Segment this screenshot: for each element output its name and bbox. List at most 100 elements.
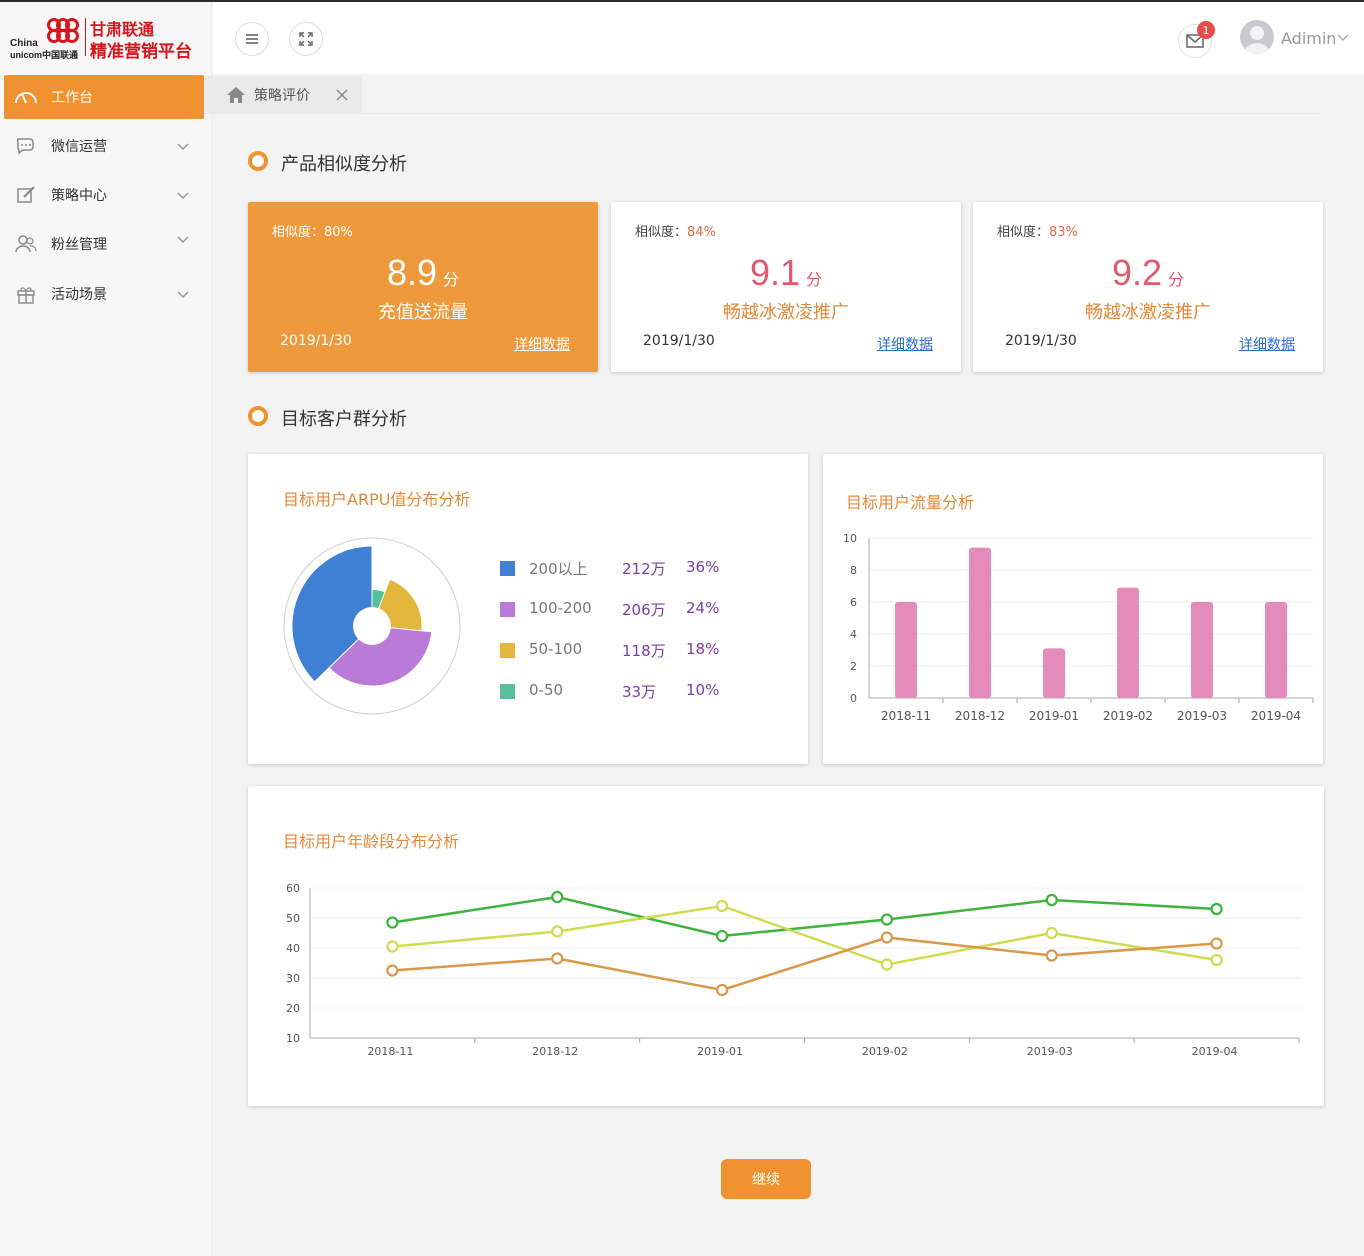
legend-item: 100-200 206万 24% — [500, 599, 740, 619]
y-tick-label: 20 — [286, 1002, 300, 1015]
legend-swatch — [500, 561, 515, 576]
product-name: 充值送流量 — [378, 302, 468, 323]
traffic-panel: 目标用户流量分析 0 2 4 6 8 10 2018-11 2018-12 2019-01 201… — [823, 454, 1323, 764]
legend-percent: 10% — [686, 681, 720, 699]
legend-name: 200以上 — [529, 560, 588, 578]
bar-2019-03[interactable] — [1191, 602, 1213, 698]
legend-swatch — [500, 684, 515, 699]
users-icon — [14, 232, 38, 256]
y-tick-label: 2 — [850, 660, 857, 673]
bar-2018-11[interactable] — [895, 602, 917, 698]
bar-2019-04[interactable] — [1265, 602, 1287, 698]
section-marker-icon — [248, 406, 268, 426]
series-point[interactable] — [1210, 902, 1223, 916]
series-line-3 — [392, 936, 1217, 992]
series-point[interactable] — [880, 931, 894, 944]
legend-value: 206万 — [622, 601, 666, 619]
series-point[interactable] — [386, 964, 399, 977]
chevron-down-icon — [177, 291, 189, 299]
legend-item: 0-50 33万 10% — [500, 681, 740, 701]
product-name: 畅越冰激凌推广 — [723, 302, 849, 323]
series-point[interactable] — [1045, 893, 1058, 907]
legend-value: 33万 — [622, 683, 657, 701]
brand-cn-line2: 精准营销平台 — [90, 42, 192, 62]
detail-link[interactable]: 详细数据 — [1239, 334, 1295, 354]
series-point[interactable] — [1045, 949, 1058, 962]
legend-swatch — [500, 602, 515, 617]
series-point[interactable] — [551, 952, 564, 965]
sidebar-item-activity[interactable]: 活动场景 — [4, 272, 204, 316]
series-point[interactable] — [1045, 926, 1058, 940]
traffic-bar-chart: 0 2 4 6 8 10 2018-11 2018-12 2019-01 2019-02 2019-… — [843, 532, 1314, 723]
bar-2019-02[interactable] — [1117, 587, 1139, 698]
series-point[interactable] — [551, 925, 564, 938]
legend-percent: 18% — [686, 640, 720, 658]
series-line-1 — [392, 895, 1217, 938]
bar-2019-01[interactable] — [1043, 648, 1065, 698]
arpu-panel: 目标用户ARPU值分布分析 200以上 212万 36% 100-200 206… — [248, 454, 808, 764]
detail-link[interactable]: 详细数据 — [877, 334, 933, 354]
brand-en-line2: unicom中国联通 — [10, 50, 79, 60]
series-point[interactable] — [715, 983, 729, 997]
sidebar-item-strategy[interactable]: 策略中心 — [4, 173, 204, 217]
series-point[interactable] — [880, 913, 894, 926]
legend-swatch — [500, 643, 515, 658]
y-tick-label: 0 — [850, 692, 857, 705]
fullscreen-icon — [299, 32, 313, 46]
legend-percent: 24% — [686, 599, 720, 617]
close-icon[interactable] — [335, 88, 349, 102]
y-tick-label: 60 — [286, 882, 300, 895]
unicom-knot-icon — [47, 18, 79, 43]
brand-logo[interactable]: China unicom中国联通 甘肃联通 精准营销平台 — [8, 14, 204, 66]
x-tick-label: 2018-11 — [881, 709, 931, 723]
series-point[interactable] — [1210, 953, 1223, 967]
x-tick-label: 2019-01 — [1029, 709, 1079, 723]
age-panel: 目标用户年龄段分布分析 10 20 30 40 50 60 2018-11 2018-12 20… — [248, 786, 1324, 1106]
sidebar-item-workbench[interactable]: 工作台 — [4, 75, 204, 119]
section-title-target-group: 目标客户群分析 — [281, 409, 407, 430]
x-tick-label: 2019-02 — [862, 1045, 908, 1058]
x-tick-label: 2019-03 — [1177, 709, 1227, 723]
y-tick-label: 8 — [850, 564, 857, 577]
tab-label: 策略评价 — [254, 88, 310, 104]
sidebar-item-wechat[interactable]: 微信运营 — [4, 124, 204, 168]
fullscreen-button[interactable] — [289, 22, 323, 56]
series-point[interactable] — [880, 958, 894, 971]
legend-name: 100-200 — [529, 599, 592, 617]
home-icon — [227, 87, 245, 103]
chevron-down-icon[interactable] — [1337, 33, 1349, 43]
score-value: 9.1 分 — [749, 252, 823, 293]
tab-strategy-eval[interactable]: 策略评价 — [204, 76, 362, 114]
sidebar-item-fans[interactable]: 粉丝管理 — [4, 222, 204, 266]
x-tick-label: 2019-04 — [1192, 1045, 1238, 1058]
series-point[interactable] — [551, 890, 564, 904]
score-card-1: 相似度：80% 8.9 分 充值送流量 2019/1/30 详细数据 — [248, 202, 598, 372]
menu-toggle-button[interactable] — [235, 22, 269, 56]
section-title-similarity: 产品相似度分析 — [281, 154, 407, 175]
tab-bar: 策略评价 — [204, 76, 1320, 114]
pie-hole — [353, 607, 391, 645]
series-point[interactable] — [1210, 937, 1223, 950]
series-point[interactable] — [715, 899, 729, 913]
age-line-chart: 10 20 30 40 50 60 2018-11 2018-12 2019-01 2019-02… — [286, 882, 1300, 1058]
legend-value: 118万 — [622, 642, 666, 660]
series-point[interactable] — [386, 916, 399, 929]
avatar[interactable] — [1240, 20, 1274, 54]
chevron-down-icon — [177, 143, 189, 151]
chat-icon — [14, 134, 38, 158]
y-tick-label: 40 — [286, 942, 300, 955]
x-tick-label: 2018-12 — [532, 1045, 578, 1058]
bar-2018-12[interactable] — [969, 547, 991, 698]
similarity-label: 相似度：80% — [272, 225, 353, 240]
x-tick-label: 2018-12 — [955, 709, 1005, 723]
chevron-down-icon — [177, 192, 189, 200]
series-point[interactable] — [386, 940, 399, 953]
sidebar-item-label: 工作台 — [51, 90, 93, 106]
detail-link[interactable]: 详细数据 — [514, 334, 570, 354]
series-point[interactable] — [715, 929, 729, 943]
sidebar-item-label: 粉丝管理 — [51, 237, 107, 253]
y-tick-label: 50 — [286, 912, 300, 925]
user-name[interactable]: Adimin — [1281, 29, 1336, 48]
continue-button[interactable]: 继续 — [721, 1159, 811, 1199]
card-date: 2019/1/30 — [280, 333, 352, 349]
